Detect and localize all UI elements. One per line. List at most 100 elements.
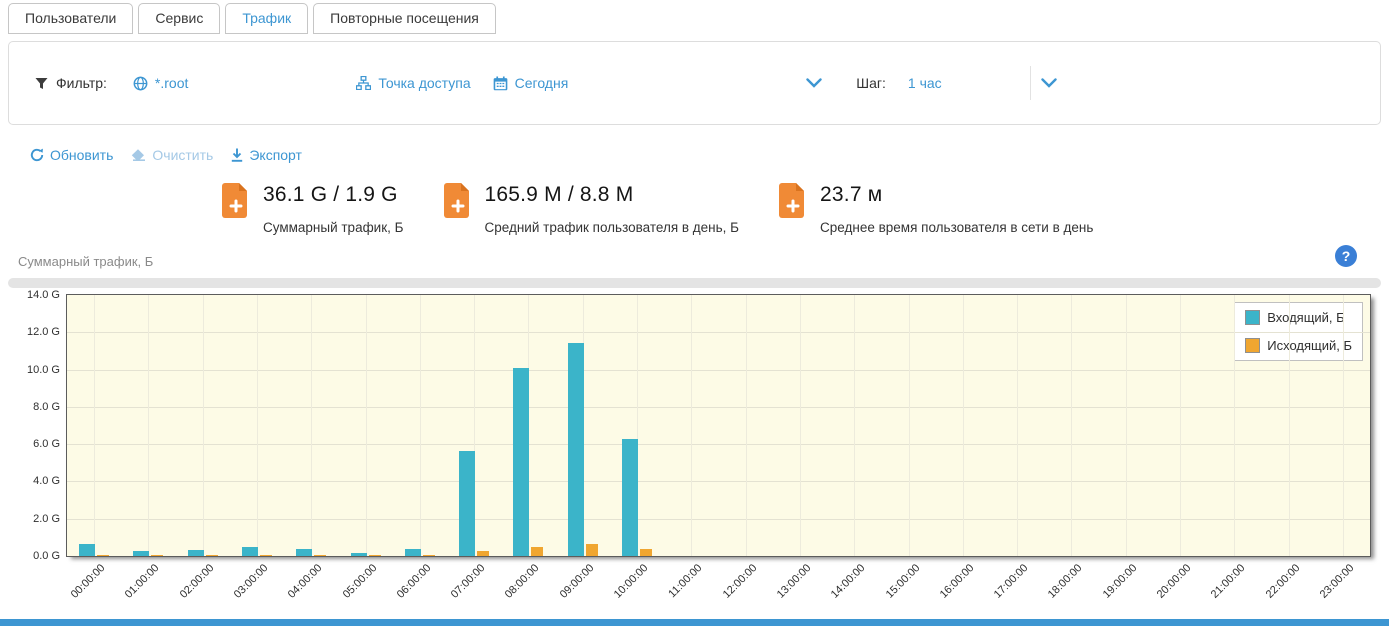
bar-outgoing <box>423 555 435 556</box>
y-tick-label: 8.0 G <box>33 401 60 413</box>
x-tick-label: 20:00:00 <box>1155 562 1194 601</box>
period-link[interactable]: Сегодня <box>493 75 569 91</box>
y-tick-label: 6.0 G <box>33 438 60 450</box>
v-gridline <box>366 295 367 556</box>
step-chevron-down-icon[interactable] <box>1041 78 1057 88</box>
eraser-icon <box>131 149 146 161</box>
x-tick-label: 23:00:00 <box>1318 562 1357 601</box>
calendar-icon <box>493 76 508 91</box>
x-tick-label: 04:00:00 <box>286 562 325 601</box>
v-gridline <box>691 295 692 556</box>
scope-link[interactable]: *.root <box>133 75 188 91</box>
bar-outgoing <box>586 544 598 556</box>
bar-outgoing <box>369 555 381 556</box>
bar-outgoing <box>531 547 543 556</box>
bar-incoming <box>622 439 638 556</box>
tab-traffic[interactable]: Трафик <box>225 3 308 34</box>
clear-button[interactable]: Очистить <box>131 147 213 163</box>
v-gridline <box>1126 295 1127 556</box>
v-gridline <box>1289 295 1290 556</box>
bar-outgoing <box>151 555 163 556</box>
v-gridline <box>94 295 95 556</box>
bar-incoming <box>405 549 421 556</box>
v-gridline <box>746 295 747 556</box>
access-point-label: Точка доступа <box>378 75 470 91</box>
actions-row: Обновить Очистить Экспорт <box>30 147 1389 163</box>
chart-scrollbar[interactable] <box>8 278 1381 288</box>
v-gridline <box>203 295 204 556</box>
period-value: Сегодня <box>515 75 569 91</box>
stat-avg-time: 23.7 м Среднее время пользователя в сети… <box>779 183 1093 235</box>
bar-incoming <box>242 547 258 556</box>
filter-panel: Фильтр: *.root Точка доступа Сегодня Шаг… <box>8 41 1381 125</box>
x-tick-label: 03:00:00 <box>232 562 271 601</box>
x-tick-label: 00:00:00 <box>69 562 108 601</box>
stat-value: 23.7 м <box>820 183 1093 207</box>
step-value[interactable]: 1 час <box>908 75 942 91</box>
chart-x-axis: 00:00:0001:00:0002:00:0003:00:0004:00:00… <box>66 559 1371 621</box>
v-gridline <box>257 295 258 556</box>
scope-value: *.root <box>155 75 188 91</box>
gridline <box>67 370 1370 371</box>
x-tick-label: 09:00:00 <box>557 562 596 601</box>
legend-swatch-incoming <box>1245 310 1260 325</box>
bar-outgoing <box>260 555 272 556</box>
file-plus-icon <box>222 183 250 218</box>
x-tick-label: 19:00:00 <box>1100 562 1139 601</box>
tab-users[interactable]: Пользователи <box>8 3 133 34</box>
bar-incoming <box>568 343 584 556</box>
stat-caption: Средний трафик пользователя в день, Б <box>485 220 740 235</box>
legend-label: Входящий, Б <box>1267 310 1344 325</box>
v-gridline <box>420 295 421 556</box>
x-tick-label: 15:00:00 <box>883 562 922 601</box>
y-tick-label: 2.0 G <box>33 513 60 525</box>
tab-repeat-visits[interactable]: Повторные посещения <box>313 3 496 34</box>
help-icon[interactable]: ? <box>1335 245 1357 267</box>
gridline <box>67 332 1370 333</box>
legend-item-incoming: Входящий, Б <box>1245 310 1352 325</box>
bar-outgoing <box>206 555 218 556</box>
x-tick-label: 08:00:00 <box>503 562 542 601</box>
x-tick-label: 06:00:00 <box>395 562 434 601</box>
v-gridline <box>1343 295 1344 556</box>
footer-bar <box>0 619 1389 626</box>
v-gridline <box>1071 295 1072 556</box>
bar-incoming <box>133 551 149 556</box>
y-tick-label: 14.0 G <box>27 289 60 301</box>
refresh-label: Обновить <box>50 147 113 163</box>
v-gridline <box>1017 295 1018 556</box>
chevron-down-icon[interactable] <box>806 78 822 88</box>
divider <box>1030 66 1031 100</box>
v-gridline <box>148 295 149 556</box>
bar-incoming <box>188 550 204 556</box>
refresh-button[interactable]: Обновить <box>30 147 113 163</box>
v-gridline <box>854 295 855 556</box>
export-button[interactable]: Экспорт <box>231 147 302 163</box>
export-label: Экспорт <box>249 147 302 163</box>
access-point-link[interactable]: Точка доступа <box>356 75 470 91</box>
x-tick-label: 21:00:00 <box>1209 562 1248 601</box>
file-plus-icon <box>779 183 807 218</box>
bar-incoming <box>459 451 475 556</box>
file-plus-icon <box>444 183 472 218</box>
bar-outgoing <box>97 555 109 556</box>
x-tick-label: 07:00:00 <box>449 562 488 601</box>
x-tick-label: 16:00:00 <box>938 562 977 601</box>
clear-label: Очистить <box>152 147 213 163</box>
download-icon <box>231 148 243 162</box>
chart-header: Суммарный трафик, Б ? <box>8 251 1381 273</box>
gridline <box>67 519 1370 520</box>
refresh-icon <box>30 148 44 162</box>
stats-row: 36.1 G / 1.9 G Суммарный трафик, Б 165.9… <box>222 183 1389 235</box>
chart-plot: Входящий, Б Исходящий, Б <box>66 294 1371 557</box>
chart-title: Суммарный трафик, Б <box>8 251 1381 273</box>
v-gridline <box>909 295 910 556</box>
bar-outgoing <box>640 549 652 556</box>
y-tick-label: 12.0 G <box>27 326 60 338</box>
bar-incoming <box>513 368 529 556</box>
stat-caption: Суммарный трафик, Б <box>263 220 404 235</box>
filter-label: Фильтр: <box>56 75 107 91</box>
x-tick-label: 10:00:00 <box>612 562 651 601</box>
stat-value: 36.1 G / 1.9 G <box>263 183 404 207</box>
tab-service[interactable]: Сервис <box>138 3 220 34</box>
